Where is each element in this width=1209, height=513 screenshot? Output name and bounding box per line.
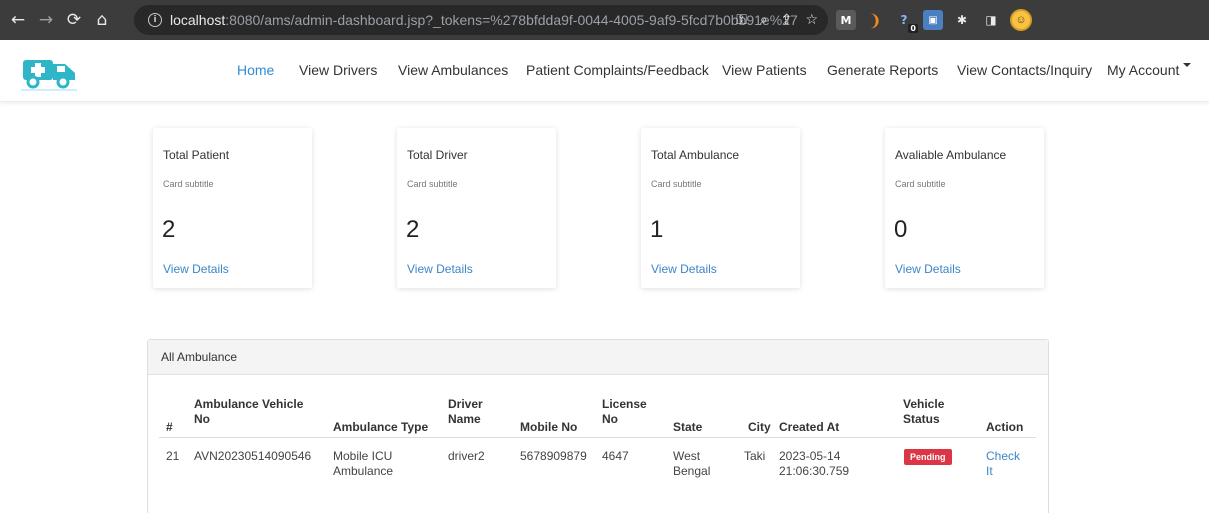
cell-type: Mobile ICU Ambulance bbox=[333, 449, 394, 478]
nav-my-account[interactable]: My Account bbox=[1107, 62, 1192, 78]
info-icon[interactable]: i bbox=[148, 13, 162, 27]
caret-down-icon bbox=[1183, 63, 1192, 67]
cell-license: 4647 bbox=[602, 449, 629, 463]
ambulance-logo-icon[interactable] bbox=[19, 54, 81, 92]
table-header-city: City bbox=[748, 420, 771, 434]
card-total-patient: Total Patient Card subtitle 2 View Detai… bbox=[153, 128, 312, 288]
cell-created-at: 2023-05-14 21:06:30.759 bbox=[779, 449, 850, 478]
reload-icon[interactable]: ⟳ bbox=[60, 0, 88, 40]
table-header-created-at: Created At bbox=[779, 420, 840, 434]
table-header-state: State bbox=[673, 420, 703, 434]
table-header-status: Vehicle Status bbox=[903, 397, 945, 426]
gmail-extension-icon[interactable]: M bbox=[836, 10, 856, 30]
nav-home[interactable]: Home bbox=[237, 62, 274, 78]
forward-icon[interactable]: → bbox=[32, 0, 60, 40]
view-details-link[interactable]: View Details bbox=[163, 262, 229, 276]
extensions-bar: M ❩ ? 0 ▣ ✱ ◨ ☺ bbox=[836, 0, 1032, 40]
nav-my-account-label: My Account bbox=[1107, 62, 1180, 78]
orange-extension-icon[interactable]: ❩ bbox=[865, 10, 885, 30]
puzzle-icon[interactable]: ✱ bbox=[952, 10, 972, 30]
side-panel-icon[interactable]: ◨ bbox=[981, 10, 1001, 30]
profile-avatar[interactable]: ☺ bbox=[1010, 9, 1032, 31]
nav-view-contacts[interactable]: View Contacts/Inquiry bbox=[957, 62, 1092, 78]
site-navbar: Home View Drivers View Ambulances Patien… bbox=[0, 40, 1209, 102]
nav-patient-complaints[interactable]: Patient Complaints/Feedback bbox=[526, 62, 709, 78]
table-header-license: License No bbox=[602, 397, 647, 426]
zoom-icon[interactable]: ⌕ bbox=[760, 12, 768, 28]
card-title: Avaliable Ambulance bbox=[895, 148, 1007, 162]
table-header-vehicle-no: Ambulance Vehicle No bbox=[194, 397, 304, 426]
card-subtitle: Card subtitle bbox=[895, 179, 946, 189]
status-badge: Pending bbox=[904, 449, 952, 465]
header-divider bbox=[159, 437, 1036, 438]
key-icon[interactable]: ⚿ bbox=[736, 12, 747, 28]
card-total-driver: Total Driver Card subtitle 2 View Detail… bbox=[397, 128, 556, 288]
cell-vehicle-no: AVN20230514090546 bbox=[194, 449, 312, 463]
url-text[interactable]: localhost:8080/ams/admin-dashboard.jsp?_… bbox=[170, 12, 798, 28]
check-it-link[interactable]: Check It bbox=[986, 449, 1020, 479]
view-details-link[interactable]: View Details bbox=[651, 262, 717, 276]
table-header-mobile: Mobile No bbox=[520, 420, 578, 434]
nav-view-drivers[interactable]: View Drivers bbox=[299, 62, 377, 78]
url-path: :8080/ams/admin-dashboard.jsp?_tokens=%2… bbox=[225, 12, 798, 28]
cell-driver: driver2 bbox=[448, 449, 485, 463]
card-total-ambulance: Total Ambulance Card subtitle 1 View Det… bbox=[641, 128, 800, 288]
card-value: 2 bbox=[406, 216, 420, 243]
address-bar[interactable]: i localhost:8080/ams/admin-dashboard.jsp… bbox=[134, 5, 828, 35]
view-details-link[interactable]: View Details bbox=[407, 262, 473, 276]
cell-state: West Bengal bbox=[673, 449, 711, 478]
extension-badge: 0 bbox=[908, 24, 918, 33]
nav-view-patients[interactable]: View Patients bbox=[722, 62, 807, 78]
table-header-driver: Driver Name bbox=[448, 397, 483, 426]
card-subtitle: Card subtitle bbox=[651, 179, 702, 189]
url-host: localhost bbox=[170, 12, 226, 28]
card-value: 2 bbox=[162, 216, 176, 243]
cell-city: Taki bbox=[744, 449, 766, 463]
star-icon[interactable]: ☆ bbox=[805, 12, 818, 28]
card-title: Total Ambulance bbox=[651, 148, 740, 162]
pin-extension-glyph: ? bbox=[900, 13, 908, 27]
view-details-link[interactable]: View Details bbox=[895, 262, 961, 276]
nav-view-ambulances[interactable]: View Ambulances bbox=[398, 62, 508, 78]
card-value: 1 bbox=[650, 216, 664, 243]
panel-header: All Ambulance bbox=[148, 340, 1048, 375]
card-title: Total Driver bbox=[407, 148, 468, 162]
card-subtitle: Card subtitle bbox=[407, 179, 458, 189]
card-available-ambulance: Avaliable Ambulance Card subtitle 0 View… bbox=[885, 128, 1044, 288]
blue-extension-icon[interactable]: ▣ bbox=[923, 10, 943, 30]
cell-mobile: 5678909879 bbox=[520, 449, 587, 463]
table-header-id: # bbox=[166, 420, 173, 434]
cell-id: 21 bbox=[166, 449, 180, 463]
home-icon[interactable]: ⌂ bbox=[88, 0, 116, 40]
card-value: 0 bbox=[894, 216, 908, 243]
table-header-type: Ambulance Type bbox=[333, 420, 429, 434]
browser-toolbar: ← → ⟳ ⌂ i localhost:8080/ams/admin-dashb… bbox=[0, 0, 1209, 40]
nav-generate-reports[interactable]: Generate Reports bbox=[827, 62, 938, 78]
share-icon[interactable]: ⇪ bbox=[781, 12, 793, 28]
table-header-action: Action bbox=[986, 420, 1024, 434]
card-title: Total Patient bbox=[163, 148, 230, 162]
pin-extension-icon[interactable]: ? 0 bbox=[894, 10, 918, 33]
card-subtitle: Card subtitle bbox=[163, 179, 214, 189]
back-icon[interactable]: ← bbox=[4, 0, 32, 40]
